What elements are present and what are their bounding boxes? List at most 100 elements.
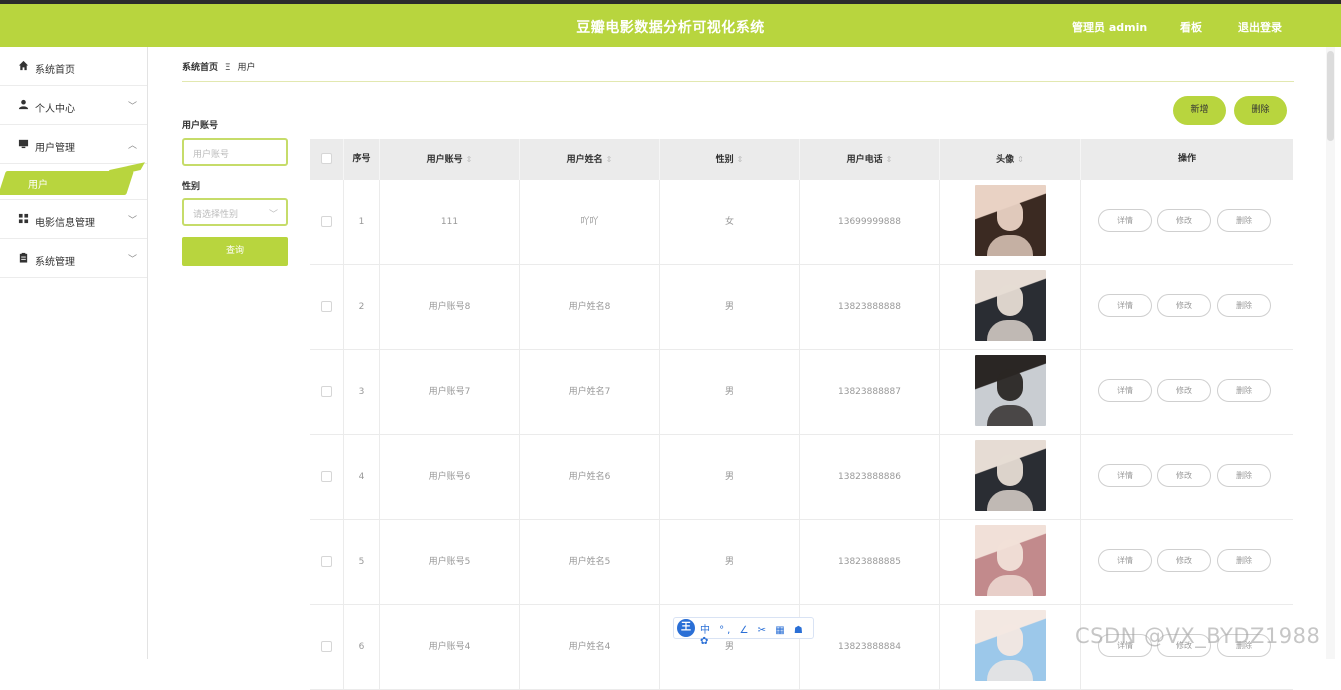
query-button[interactable]: 查询 bbox=[182, 237, 288, 266]
edit-button[interactable]: 修改 bbox=[1157, 549, 1211, 572]
chevron-down-icon: ﹀ bbox=[127, 102, 137, 112]
cell-gender: 男 bbox=[660, 435, 800, 520]
page-scrollbar[interactable] bbox=[1326, 47, 1335, 659]
ime-toolbar[interactable]: 王 中 °, ∠ ✂ ▦ ☗ ✿ bbox=[673, 617, 814, 647]
delete-button[interactable]: 删除 bbox=[1217, 379, 1271, 402]
ime-tools[interactable]: 中 °, ∠ ✂ ▦ ☗ ✿ bbox=[700, 621, 813, 647]
cell-no: 6 bbox=[344, 605, 380, 690]
avatar bbox=[975, 270, 1046, 341]
header-gender[interactable]: 性别 ⇕ bbox=[660, 139, 800, 180]
header-name-label: 用户姓名 bbox=[566, 155, 603, 165]
sidebar: 系统首页 个人中心 ﹀ 用户管理 ︿ 用户 电影信息管理 ﹀ 系统管理 ﹀ bbox=[0, 47, 148, 659]
cell-account: 用户账号7 bbox=[380, 350, 520, 435]
header-phone[interactable]: 用户电话 ⇕ bbox=[800, 139, 940, 180]
row-checkbox[interactable] bbox=[321, 216, 332, 227]
header-actions: 操作 bbox=[1177, 154, 1196, 164]
cell-name: 用户姓名4 bbox=[520, 605, 660, 690]
chevron-down-icon: ﹀ bbox=[127, 216, 137, 226]
cell-account: 用户账号5 bbox=[380, 520, 520, 605]
edit-button[interactable]: 修改 bbox=[1157, 209, 1211, 232]
logout-link[interactable]: 退出登录 bbox=[1238, 19, 1282, 35]
cell-phone: 13823888885 bbox=[800, 520, 940, 605]
watermark: CSDN @VX_BYDZ1988 bbox=[1075, 624, 1321, 648]
row-checkbox[interactable] bbox=[321, 471, 332, 482]
cell-phone: 13823888886 bbox=[800, 435, 940, 520]
avatar bbox=[975, 355, 1046, 426]
table-row: 5 用户账号5 用户姓名5 男 13823888885 详情 修改 删除 bbox=[310, 520, 1293, 605]
dashboard-link[interactable]: 看板 bbox=[1180, 19, 1202, 35]
delete-button[interactable]: 删除 bbox=[1217, 209, 1271, 232]
sort-icon[interactable]: ⇕ bbox=[1017, 155, 1024, 164]
scrollbar-thumb[interactable] bbox=[1327, 51, 1334, 141]
sort-icon[interactable]: ⇕ bbox=[606, 155, 613, 164]
cell-name: 吖吖 bbox=[520, 180, 660, 265]
row-checkbox[interactable] bbox=[321, 641, 332, 652]
edit-button[interactable]: 修改 bbox=[1157, 294, 1211, 317]
edit-button[interactable]: 修改 bbox=[1157, 379, 1211, 402]
header-account[interactable]: 用户账号 ⇕ bbox=[380, 139, 520, 180]
cell-phone: 13699999888 bbox=[800, 180, 940, 265]
table-row: 1 111 吖吖女 13699999888 详情 修改 删除 bbox=[310, 180, 1293, 265]
cell-account: 用户账号8 bbox=[380, 265, 520, 350]
cell-no: 1 bbox=[344, 180, 380, 265]
detail-button[interactable]: 详情 bbox=[1098, 294, 1152, 317]
account-label: 用户账号 bbox=[182, 121, 219, 131]
sidebar-item-home[interactable]: 系统首页 bbox=[0, 47, 147, 86]
table-row: 4 用户账号6 用户姓名6 男 13823888886 详情 修改 删除 bbox=[310, 435, 1293, 520]
header-account-label: 用户账号 bbox=[426, 155, 463, 165]
row-select-cell bbox=[310, 605, 344, 690]
sort-icon[interactable]: ⇕ bbox=[886, 155, 893, 164]
sidebar-item-movie-management[interactable]: 电影信息管理 ﹀ bbox=[0, 200, 147, 239]
grid-icon bbox=[18, 213, 29, 224]
cell-name: 用户姓名5 bbox=[520, 520, 660, 605]
cell-account: 111 bbox=[380, 180, 520, 265]
detail-button[interactable]: 详情 bbox=[1098, 464, 1152, 487]
avatar bbox=[975, 185, 1046, 256]
row-select-cell bbox=[310, 265, 344, 350]
delete-button[interactable]: 删除 bbox=[1217, 464, 1271, 487]
person-icon bbox=[18, 99, 29, 110]
edit-button[interactable]: 修改 bbox=[1157, 464, 1211, 487]
row-checkbox[interactable] bbox=[321, 301, 332, 312]
breadcrumb-home[interactable]: 系统首页 bbox=[182, 63, 218, 73]
sort-icon[interactable]: ⇕ bbox=[737, 155, 744, 164]
row-checkbox[interactable] bbox=[321, 386, 332, 397]
batch-delete-button[interactable]: 删除 bbox=[1234, 96, 1287, 125]
admin-user-link[interactable]: 管理员 admin bbox=[1072, 19, 1147, 35]
clipboard-icon bbox=[19, 252, 28, 263]
cell-no: 4 bbox=[344, 435, 380, 520]
sidebar-item-label: 用户管理 bbox=[35, 143, 75, 154]
row-select-cell bbox=[310, 520, 344, 605]
sidebar-item-profile[interactable]: 个人中心 ﹀ bbox=[0, 86, 147, 125]
select-all-cell bbox=[310, 139, 344, 180]
gender-select[interactable]: 请选择性别 ﹀ bbox=[182, 198, 288, 226]
row-select-cell bbox=[310, 435, 344, 520]
delete-button[interactable]: 删除 bbox=[1217, 549, 1271, 572]
delete-button[interactable]: 删除 bbox=[1217, 294, 1271, 317]
chevron-down-icon: ﹀ bbox=[127, 255, 137, 265]
avatar bbox=[975, 525, 1046, 596]
header-avatar[interactable]: 头像 ⇕ bbox=[940, 139, 1081, 180]
table-row: 2 用户账号8 用户姓名8 男 13823888888 详情 修改 删除 bbox=[310, 265, 1293, 350]
detail-button[interactable]: 详情 bbox=[1098, 549, 1152, 572]
account-input[interactable]: 用户账号 bbox=[182, 138, 288, 166]
sidebar-subitem-user[interactable]: 用户 bbox=[0, 162, 147, 200]
breadcrumb-separator: Ξ bbox=[224, 63, 231, 73]
detail-button[interactable]: 详情 bbox=[1098, 209, 1152, 232]
add-button[interactable]: 新增 bbox=[1173, 96, 1226, 125]
header-no: 序号 bbox=[344, 139, 380, 180]
sidebar-item-user-management[interactable]: 用户管理 ︿ bbox=[0, 125, 147, 164]
gender-label: 性别 bbox=[182, 182, 201, 192]
breadcrumb: 系统首页 Ξ 用户 bbox=[182, 60, 255, 73]
detail-button[interactable]: 详情 bbox=[1098, 379, 1152, 402]
cell-no: 2 bbox=[344, 265, 380, 350]
sort-icon[interactable]: ⇕ bbox=[466, 155, 473, 164]
cell-no: 3 bbox=[344, 350, 380, 435]
select-all-checkbox[interactable] bbox=[321, 153, 332, 164]
cell-phone: 13823888888 bbox=[800, 265, 940, 350]
header-name[interactable]: 用户姓名 ⇕ bbox=[520, 139, 660, 180]
breadcrumb-current: 用户 bbox=[237, 63, 256, 73]
ime-logo[interactable]: 王 bbox=[677, 619, 695, 637]
sidebar-item-system-management[interactable]: 系统管理 ﹀ bbox=[0, 239, 147, 278]
row-checkbox[interactable] bbox=[321, 556, 332, 567]
